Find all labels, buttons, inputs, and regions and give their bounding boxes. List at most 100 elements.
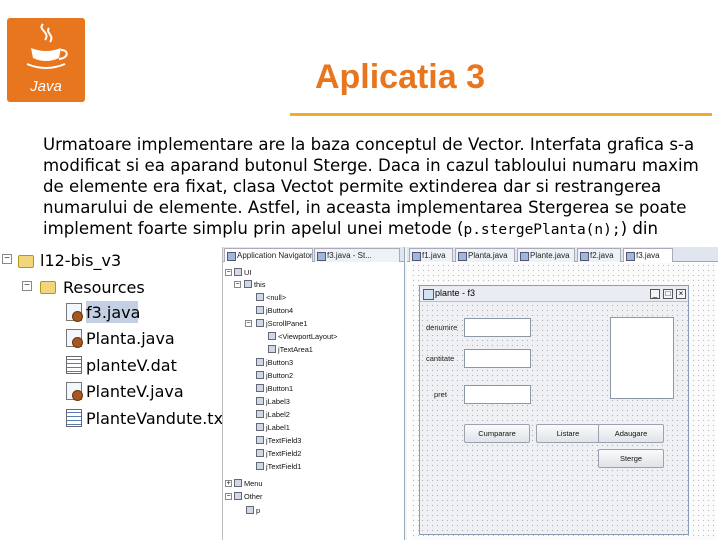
expand-toggle[interactable]: + [225,480,232,487]
textfield-icon [256,436,264,444]
close-icon[interactable]: × [676,289,686,299]
text-file-icon [66,409,82,427]
collapse-toggle[interactable]: − [2,254,12,264]
tab-structure[interactable]: f3.java - St... [314,248,400,262]
node-label: Other [244,492,263,501]
node-label: jLabel2 [266,410,290,419]
form-title: plante - f3 [420,286,688,302]
output-textarea[interactable] [610,317,674,399]
node-label: jTextArea1 [278,345,313,354]
tab-application-navigator[interactable]: Application Navigator [224,248,313,262]
cantitate-field[interactable] [464,349,531,368]
pret-field[interactable] [464,385,531,404]
node-label: jLabel1 [266,423,290,432]
tree-item-file[interactable]: f3.java [86,301,141,323]
node-label: this [254,280,266,289]
node-label: jButton1 [266,384,294,393]
layout-icon [268,332,276,340]
expand-toggle[interactable]: − [225,493,232,500]
project-tree: − l12-bis_v3 − Resources f3.java Planta.… [0,247,229,428]
structure-node[interactable]: jLabel3 [256,396,290,408]
layout-icon [256,293,264,301]
tree-label: planteV.dat [86,356,177,375]
structure-node[interactable]: jButton2 [256,370,293,382]
structure-node[interactable]: jTextArea1 [268,344,313,356]
structure-node[interactable]: jButton4 [256,305,293,317]
paragraph-line: implement foarte simplu prin apelul unei… [43,218,683,239]
paragraph-line: modificat si ea aparand butonul Sterge. … [43,156,699,175]
structure-node[interactable]: jScrollPane1 [256,318,308,330]
minimize-icon[interactable]: _ [650,289,660,299]
structure-node[interactable]: <null> [256,292,286,304]
folder-icon [234,492,242,500]
structure-node[interactable]: <ViewportLayout> [268,331,337,343]
tree-label: Resources [63,278,145,297]
tab-f1-java[interactable]: f1.java [409,248,453,262]
label-icon [256,397,264,405]
scrollpane-icon [256,319,264,327]
structure-node[interactable]: Menu [234,478,263,490]
cumparare-button[interactable]: Cumparare [464,424,530,443]
navigator-tabbar: Application Navigator f3.java - St... [223,247,404,262]
slide-title: Aplicatia 3 [314,58,486,96]
tree-label: Planta.java [86,329,175,348]
java-file-icon [66,382,83,401]
tab-f2-java[interactable]: f2.java [577,248,621,262]
structure-node[interactable]: Other [234,491,262,503]
structure-node[interactable]: jTextField1 [256,461,301,473]
node-label: UI [244,268,252,277]
node-label: jButton4 [266,306,294,315]
structure-node[interactable]: this [244,279,266,291]
structure-node[interactable]: UI [234,267,251,279]
tab-planta-java[interactable]: Planta.java [455,248,515,262]
structure-node[interactable]: jButton3 [256,357,293,369]
textfield-icon [256,449,264,457]
editor-tabbar: f1.java Planta.java Plante.java f2.java … [407,247,718,262]
structure-node[interactable]: jTextField2 [256,448,301,460]
structure-node[interactable]: jTextField3 [256,435,301,447]
expand-toggle[interactable]: − [245,320,252,327]
folder-icon [40,281,56,294]
field-icon [246,506,254,514]
adaugare-button[interactable]: Adaugare [598,424,664,443]
form-window[interactable]: plante - f3 _ □ × denumire cantitate pre… [419,285,689,535]
tab-plante-java[interactable]: Plante.java [517,248,575,262]
expand-toggle[interactable]: − [225,269,232,276]
structure-node[interactable]: p [246,505,260,517]
listare-button[interactable]: Listare [536,424,600,443]
tab-f3-java[interactable]: f3.java [623,248,673,262]
description-paragraph: Urmatoare implementare are la baza conce… [43,134,699,239]
button-icon [256,371,264,379]
project-icon [18,255,34,268]
java-logo: Java [7,18,85,102]
code-snippet: p.stergePlanta(n); [463,222,621,238]
label-pret: pret [434,390,447,399]
folder-icon [234,479,242,487]
node-label: jTextField2 [266,449,302,458]
textarea-icon [268,345,276,353]
folder-icon [234,268,242,276]
tree-label: PlanteVandute.txt [86,409,230,428]
collapse-toggle[interactable]: − [22,281,32,291]
denumire-field[interactable] [464,318,531,337]
button-icon [256,358,264,366]
paragraph-text: implement foarte simplu prin apelul unei… [43,219,464,238]
tree-label: f3.java [86,303,141,322]
node-label: jButton2 [266,371,294,380]
maximize-icon[interactable]: □ [663,289,673,299]
label-icon [256,423,264,431]
node-label: jTextField1 [266,462,302,471]
structure-node[interactable]: jButton1 [256,383,293,395]
design-canvas: plante - f3 _ □ × denumire cantitate pre… [411,263,716,540]
java-logo-text: Java [30,78,62,95]
sterge-button[interactable]: Sterge [598,449,664,468]
structure-node[interactable]: jLabel1 [256,422,290,434]
paragraph-text: ) din [620,219,659,238]
button-icon [256,306,264,314]
expand-toggle[interactable]: − [234,281,241,288]
node-label: <null> [266,293,287,302]
node-label: jLabel3 [266,397,290,406]
structure-node[interactable]: jLabel2 [256,409,290,421]
java-file-icon [66,329,83,348]
tree-label: l12-bis_v3 [40,251,122,270]
